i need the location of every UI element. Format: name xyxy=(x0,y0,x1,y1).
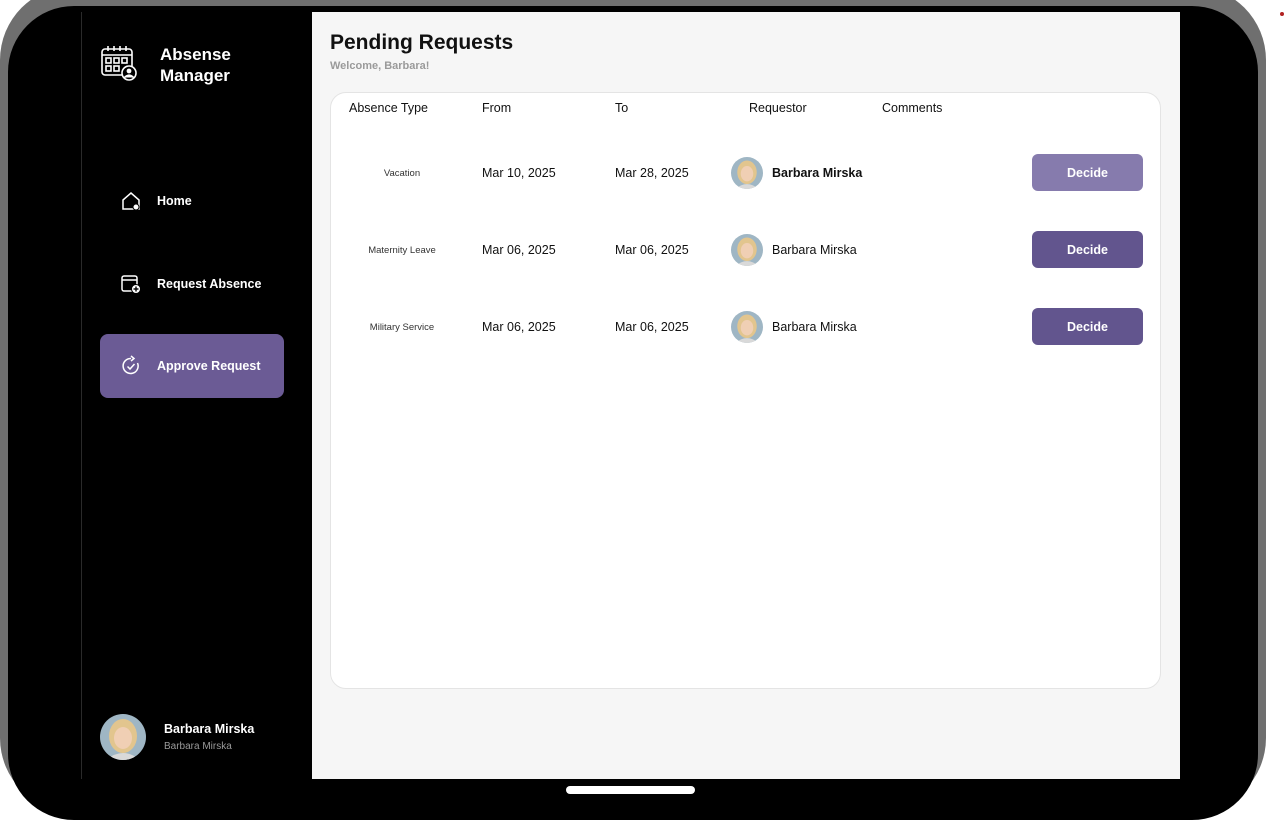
avatar xyxy=(100,714,146,760)
from-date: Mar 06, 2025 xyxy=(482,320,556,334)
column-header-requestor: Requestor xyxy=(749,101,807,115)
requestor-name: Barbara Mirska xyxy=(772,166,863,180)
user-name: Barbara Mirska xyxy=(164,722,255,736)
requestor: Barbara Mirska xyxy=(731,307,857,347)
absence-type: Maternity Leave xyxy=(368,244,436,256)
column-header-absence-type: Absence Type xyxy=(349,101,428,115)
requestor-name: Barbara Mirska xyxy=(772,320,857,334)
absence-type: Military Service xyxy=(369,321,435,333)
requestor: Barbara Mirska xyxy=(731,153,862,193)
table-row: Military Service Mar 06, 2025 Mar 06, 20… xyxy=(331,307,1160,347)
status-dot xyxy=(1280,12,1284,16)
sidebar-item-home[interactable]: Home xyxy=(100,169,284,233)
sidebar: Absense Manager Home Request Absence App… xyxy=(81,12,312,779)
from-date: Mar 10, 2025 xyxy=(482,166,556,180)
sidebar-item-request-absence[interactable]: Request Absence xyxy=(100,252,284,316)
to-date: Mar 06, 2025 xyxy=(615,320,689,334)
requests-table: Absence Type From To Requestor Comments … xyxy=(330,92,1161,689)
requestor: Barbara Mirska xyxy=(731,230,857,270)
avatar xyxy=(731,157,763,189)
column-header-to: To xyxy=(615,101,629,115)
decide-button[interactable]: Decide xyxy=(1032,154,1143,191)
user-profile[interactable]: Barbara Mirska Barbara Mirska xyxy=(100,714,254,760)
home-indicator[interactable] xyxy=(566,786,695,794)
requestor-name: Barbara Mirska xyxy=(772,243,857,257)
absence-type: Vacation xyxy=(383,167,421,179)
column-header-from: From xyxy=(482,101,512,115)
decide-button[interactable]: Decide xyxy=(1032,231,1143,268)
decide-button[interactable]: Decide xyxy=(1032,308,1143,345)
avatar xyxy=(731,234,763,266)
to-date: Mar 28, 2025 xyxy=(615,166,689,180)
from-date: Mar 06, 2025 xyxy=(482,243,556,257)
avatar xyxy=(731,311,763,343)
brand: Absense Manager xyxy=(100,44,250,86)
sidebar-item-label: Approve Request xyxy=(157,359,261,373)
calendar-user-icon xyxy=(100,44,138,82)
sidebar-item-label: Request Absence xyxy=(157,277,262,291)
app-title: Absense Manager xyxy=(160,45,231,85)
approve-refresh-icon xyxy=(120,355,142,377)
page-title: Pending Requests xyxy=(330,31,514,54)
sidebar-item-label: Home xyxy=(157,194,192,208)
column-header-comments: Comments xyxy=(882,101,943,115)
main-content: Pending Requests Welcome, Barbara! Absen… xyxy=(312,12,1180,779)
table-row: Maternity Leave Mar 06, 2025 Mar 06, 202… xyxy=(331,230,1160,270)
to-date: Mar 06, 2025 xyxy=(615,243,689,257)
calendar-add-icon xyxy=(120,273,142,295)
welcome-text: Welcome, Barbara! xyxy=(330,60,430,72)
home-icon xyxy=(120,190,142,212)
table-row: Vacation Mar 10, 2025 Mar 28, 2025 Barba… xyxy=(331,153,1160,193)
sidebar-item-approve-request[interactable]: Approve Request xyxy=(100,334,284,398)
user-subtitle: Barbara Mirska xyxy=(164,741,232,752)
app-screen: Absense Manager Home Request Absence App… xyxy=(81,12,1180,779)
